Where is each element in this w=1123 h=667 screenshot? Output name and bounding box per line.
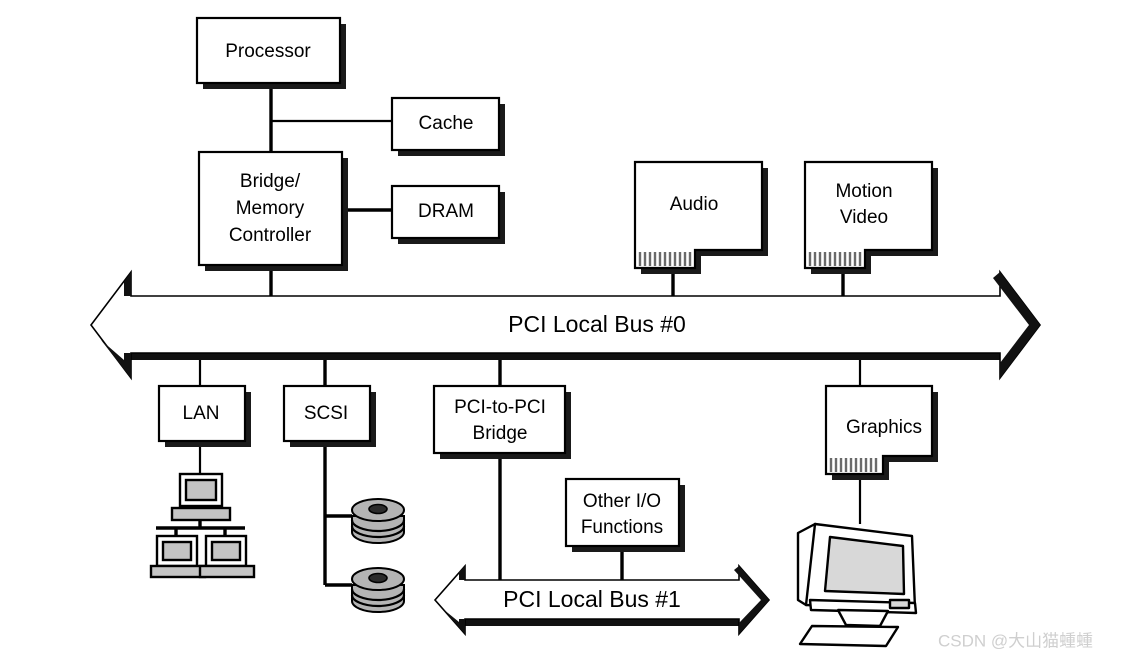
card-graphics[interactable]: Graphics: [824, 384, 938, 480]
diagram-canvas: PCI Local Bus #0 PCI Local Bus #1 Proces…: [0, 0, 1123, 667]
box-lan[interactable]: LAN: [157, 384, 251, 447]
lan-label: LAN: [183, 403, 220, 424]
graphics-label: Graphics: [846, 417, 922, 438]
disk-stack-icon-bottom: [350, 567, 406, 613]
crt-monitor-icon: [796, 522, 918, 648]
disk-top-hub: [368, 503, 388, 515]
bus0-label: PCI Local Bus #0: [508, 311, 686, 337]
pcibridge-label-line1: PCI-to-PCI: [454, 397, 546, 418]
audio-label: Audio: [670, 194, 719, 215]
motionvideo-label-line1: Motion: [835, 181, 892, 202]
monitor-screen: [823, 535, 906, 596]
box-cache[interactable]: Cache: [390, 96, 505, 156]
cache-label: Cache: [419, 113, 474, 134]
bus1-label: PCI Local Bus #1: [503, 586, 681, 612]
disk-bottom-hub: [368, 572, 388, 584]
pcibridge-label-line2: Bridge: [473, 423, 528, 444]
computers-network-icon: [149, 472, 256, 579]
pci-local-bus-0[interactable]: PCI Local Bus #0: [89, 269, 1042, 381]
motionvideo-label-line2: Video: [840, 207, 888, 228]
box-pci-to-pci-bridge[interactable]: PCI-to-PCI Bridge: [432, 384, 571, 459]
csdn-watermark: CSDN @大山猫蝩蝩: [938, 631, 1093, 650]
monitor-indicator: [888, 598, 911, 610]
lan-right-monitor-screen: [210, 540, 242, 562]
disk-stack-icon-top: [350, 498, 406, 544]
pci-local-bus-1[interactable]: PCI Local Bus #1: [433, 563, 771, 637]
scsi-label: SCSI: [304, 403, 348, 424]
lan-top-monitor-base: [170, 506, 232, 522]
box-other-io-functions[interactable]: Other I/O Functions: [564, 477, 685, 552]
otherio-label-line1: Other I/O: [583, 491, 661, 512]
box-scsi[interactable]: SCSI: [282, 384, 376, 447]
processor-label: Processor: [225, 41, 311, 62]
monitor-base: [798, 624, 900, 648]
lan-left-monitor-screen: [161, 540, 193, 562]
box-processor[interactable]: Processor: [195, 16, 346, 89]
box-bridge-memory-controller[interactable]: Bridge/ Memory Controller: [197, 150, 348, 271]
lan-left-monitor-base: [149, 564, 207, 579]
card-audio[interactable]: Audio: [633, 160, 768, 274]
bus1-left-head-accent-top: [459, 566, 465, 580]
box-dram[interactable]: DRAM: [390, 184, 505, 244]
bridge-label-line3: Controller: [229, 225, 312, 246]
card-motion-video[interactable]: Motion Video: [803, 160, 938, 274]
bridge-label-line2: Memory: [236, 198, 305, 219]
dram-label: DRAM: [418, 201, 474, 222]
monitor-neck: [836, 608, 890, 628]
lan-right-monitor-base: [198, 564, 256, 579]
lan-top-monitor-screen: [184, 478, 218, 502]
otherio-label-line2: Functions: [581, 517, 663, 538]
pci-bus-block-diagram: PCI Local Bus #0 PCI Local Bus #1 Proces…: [89, 16, 1093, 650]
bridge-label-line1: Bridge/: [240, 171, 301, 192]
